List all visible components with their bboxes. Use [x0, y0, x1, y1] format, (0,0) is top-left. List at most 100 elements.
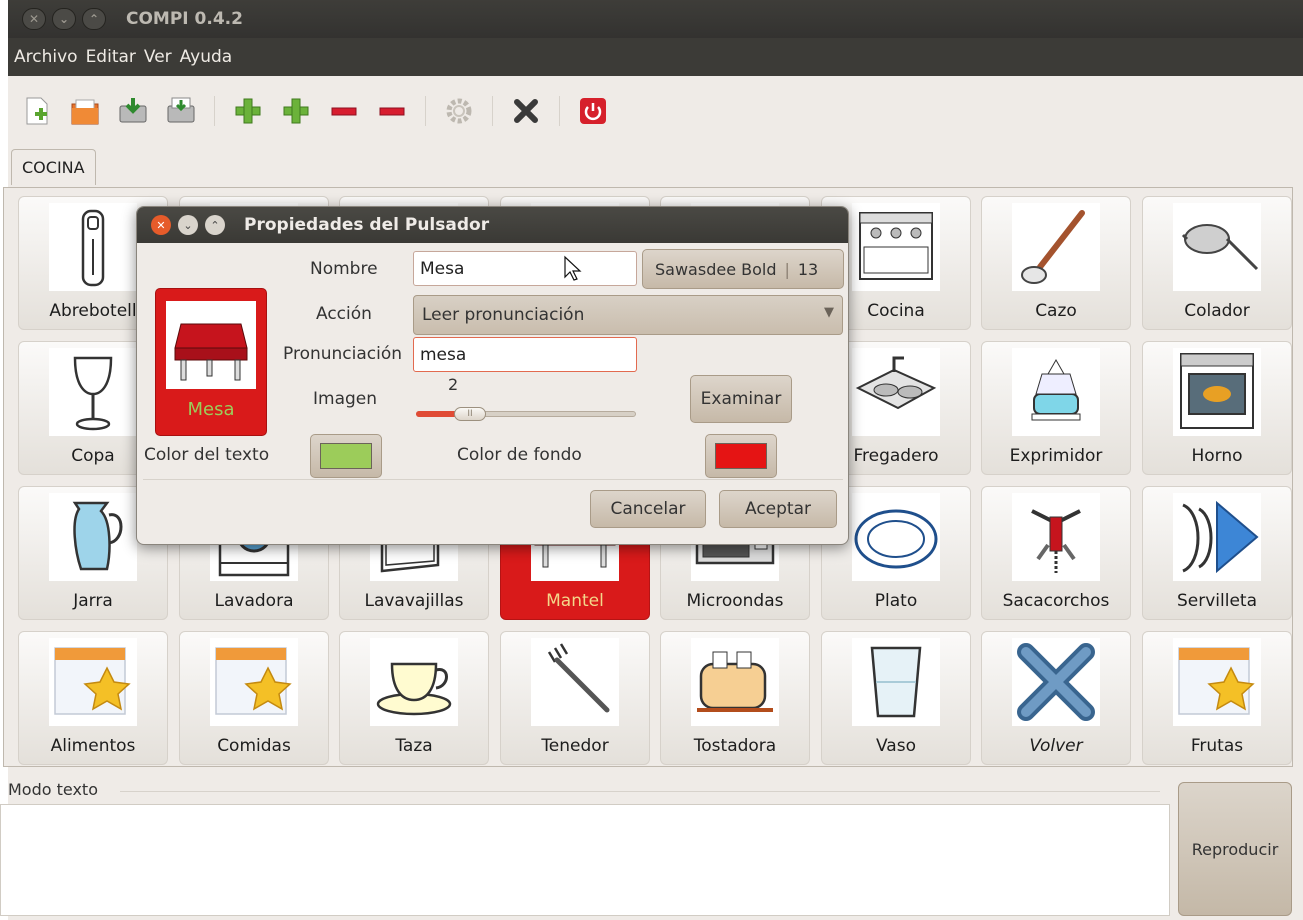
- pictogram-label: Servilleta: [1176, 591, 1257, 611]
- settings-icon: [446, 98, 472, 124]
- pictogram-button[interactable]: Alimentos: [18, 631, 168, 765]
- dialog-title-bar: ✕ ⌄ ⌃ Propiedades del Pulsador: [137, 207, 848, 243]
- stove-icon: [859, 212, 933, 280]
- color-fondo-button[interactable]: [705, 434, 777, 478]
- pictogram-button[interactable]: Cazo: [981, 196, 1131, 330]
- quit-button[interactable]: [576, 94, 610, 128]
- minimize-window-button[interactable]: ⌄: [52, 8, 76, 30]
- dialog-maximize-button[interactable]: ⌃: [205, 215, 225, 235]
- pictogram-button[interactable]: Frutas: [1142, 631, 1292, 765]
- title-bar: ✕ ⌄ ⌃ COMPI 0.4.2: [8, 0, 1303, 38]
- pictogram-label: Comidas: [217, 736, 291, 756]
- pictogram-image: [1012, 203, 1100, 291]
- accion-label: Acción: [316, 304, 372, 324]
- nombre-field[interactable]: Mesa: [413, 251, 637, 286]
- pictogram-label: Horno: [1191, 446, 1243, 466]
- play-button[interactable]: Reproducir: [1178, 782, 1292, 916]
- window-controls: ✕ ⌄ ⌃: [22, 8, 106, 30]
- pictogram-button[interactable]: Taza: [339, 631, 489, 765]
- pictogram-image: [531, 638, 619, 726]
- settings-button[interactable]: [442, 94, 476, 128]
- remove-row-button[interactable]: [327, 94, 361, 128]
- window-title: COMPI 0.4.2: [126, 9, 243, 29]
- text-mode-frame: Modo texto: [0, 776, 1170, 916]
- napkin-icon: [1182, 500, 1259, 574]
- menu-archivo[interactable]: Archivo: [14, 45, 78, 69]
- pictogram-image: [691, 638, 779, 726]
- pictogram-button[interactable]: Tostadora: [660, 631, 810, 765]
- close-window-button[interactable]: ✕: [22, 8, 46, 30]
- pictogram-button[interactable]: Vaso: [821, 631, 971, 765]
- new-document-icon: [26, 97, 48, 125]
- new-button[interactable]: [20, 94, 54, 128]
- toaster-icon: [697, 651, 773, 712]
- pictogram-label: Sacacorchos: [1002, 591, 1110, 611]
- pictogram-button[interactable]: Colador: [1142, 196, 1292, 330]
- pictogram-label: Cazo: [1035, 301, 1077, 321]
- juicer-icon: [1031, 358, 1081, 421]
- cancel-button[interactable]: Cancelar: [590, 490, 706, 528]
- delete-button[interactable]: [509, 94, 543, 128]
- menu-editar[interactable]: Editar: [86, 45, 136, 69]
- pictogram-button[interactable]: Sacacorchos: [981, 486, 1131, 620]
- plate-icon: [854, 509, 938, 569]
- pictogram-image: [49, 493, 137, 581]
- accept-button[interactable]: Aceptar: [719, 490, 837, 528]
- corkscrew-icon: [1031, 509, 1081, 573]
- text-mode-area[interactable]: [0, 804, 1170, 916]
- slider-handle[interactable]: II: [454, 407, 486, 421]
- glass-icon: [870, 646, 922, 718]
- maximize-window-button[interactable]: ⌃: [82, 8, 106, 30]
- pictogram-label: Jarra: [73, 591, 113, 611]
- save-button[interactable]: [116, 94, 150, 128]
- save-as-button[interactable]: [164, 94, 198, 128]
- font-separator: |: [784, 259, 790, 279]
- pictogram-image: [1012, 638, 1100, 726]
- pictogram-label: Tenedor: [541, 736, 609, 756]
- tab-cocina[interactable]: COCINA: [11, 149, 96, 185]
- menu-ver[interactable]: Ver: [144, 45, 172, 69]
- pictogram-button[interactable]: Servilleta: [1142, 486, 1292, 620]
- font-button[interactable]: Sawasdee Bold | 13: [642, 249, 844, 289]
- color-texto-button[interactable]: [310, 434, 382, 478]
- pronunciacion-field[interactable]: mesa: [413, 337, 637, 372]
- pictogram-button[interactable]: Comidas: [179, 631, 329, 765]
- accion-combo[interactable]: Leer pronunciación ▼: [413, 295, 843, 335]
- color-fondo-swatch: [715, 443, 767, 469]
- preview-label: Mesa: [187, 399, 235, 420]
- pictogram-image: [49, 638, 137, 726]
- pictogram-label: Alimentos: [50, 736, 136, 756]
- remove-column-button[interactable]: [375, 94, 409, 128]
- pictogram-label: Plato: [874, 591, 918, 611]
- sink-icon: [855, 356, 937, 410]
- add-row-button[interactable]: [231, 94, 265, 128]
- preview-image: [166, 301, 256, 389]
- pictogram-button[interactable]: Horno: [1142, 341, 1292, 475]
- quit-icon: [580, 98, 606, 124]
- calendar-star-icon: [1178, 647, 1255, 715]
- pictogram-label: Fregadero: [853, 446, 939, 466]
- pictogram-label: Lavavajillas: [364, 591, 464, 611]
- add-icon: [235, 98, 261, 124]
- text-mode-legend: Modo texto: [8, 780, 102, 799]
- toolbar-separator: [425, 96, 426, 126]
- imagen-slider[interactable]: II: [416, 407, 636, 421]
- dialog-minimize-button[interactable]: ⌄: [178, 215, 198, 235]
- pictogram-label: Copa: [71, 446, 115, 466]
- dialog-close-button[interactable]: ✕: [151, 215, 171, 235]
- remove-icon: [379, 107, 405, 116]
- open-button[interactable]: [68, 94, 102, 128]
- pictogram-label: Exprimidor: [1009, 446, 1103, 466]
- pictogram-image: [1173, 348, 1261, 436]
- pictogram-button[interactable]: Tenedor: [500, 631, 650, 765]
- color-texto-swatch: [320, 443, 372, 469]
- pictogram-button[interactable]: Volver: [981, 631, 1131, 765]
- add-column-button[interactable]: [279, 94, 313, 128]
- examinar-button[interactable]: Examinar: [690, 375, 792, 423]
- fork-icon: [547, 643, 610, 713]
- open-folder-icon: [71, 99, 99, 125]
- toolbar-separator: [492, 96, 493, 126]
- pictogram-button[interactable]: Exprimidor: [981, 341, 1131, 475]
- menu-ayuda[interactable]: Ayuda: [180, 45, 233, 69]
- save-icon: [119, 98, 147, 123]
